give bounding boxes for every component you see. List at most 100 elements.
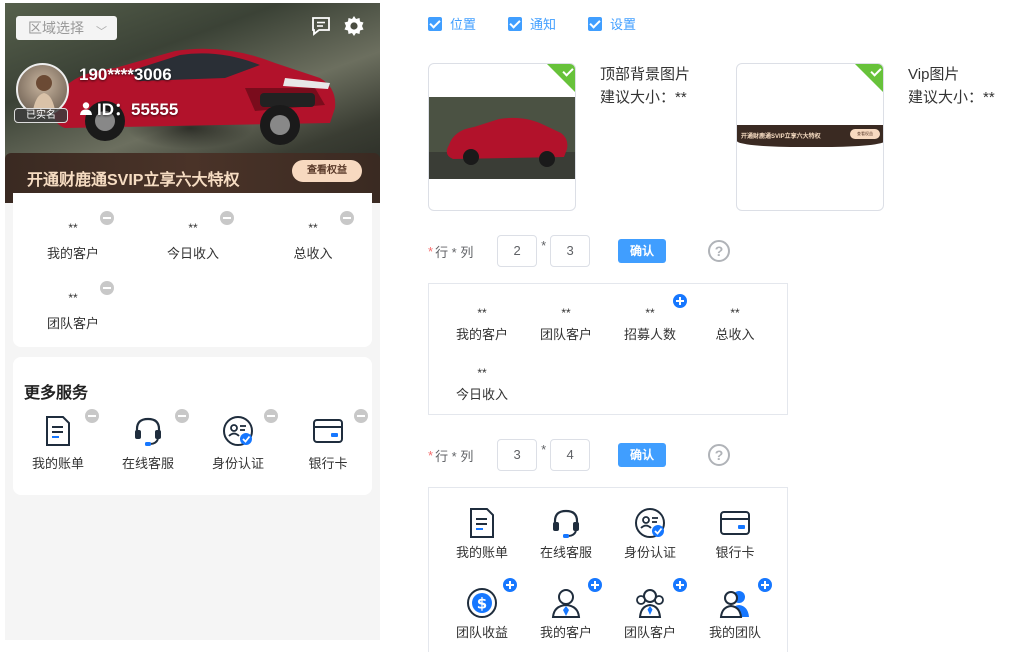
- dollar-coin-icon: $: [467, 588, 497, 618]
- cell-label: 今日收入: [455, 387, 508, 402]
- cell-value: **: [730, 306, 740, 320]
- checkbox-settings[interactable]: 设置: [588, 14, 636, 33]
- grid-cell[interactable]: ** 招募人数: [608, 306, 692, 343]
- message-icon[interactable]: [310, 15, 332, 37]
- grid-cell[interactable]: 我的团队: [693, 586, 777, 641]
- checkbox-label: 位置: [450, 17, 477, 32]
- cell-value: **: [477, 306, 487, 320]
- mobile-preview: 区域选择 ﹀ 已实名 190****3006 ID：55555 开通财鹿通SVI…: [5, 3, 380, 640]
- more-services-card: 更多服务 我的账单 在线客服 身份认证 银行卡: [13, 357, 372, 495]
- add-badge-icon[interactable]: [758, 578, 772, 592]
- grid1-size-row: * 行 * 列 2 * 3: [428, 235, 591, 267]
- add-badge-icon[interactable]: [673, 578, 687, 592]
- top-bg-upload[interactable]: [428, 63, 576, 211]
- top-bg-thumbnail: [429, 97, 575, 179]
- region-select[interactable]: 区域选择 ﹀: [16, 16, 117, 40]
- grid2-confirm-button[interactable]: 确认: [618, 443, 666, 467]
- service-item[interactable]: 在线客服: [108, 415, 188, 472]
- grid-cell[interactable]: 团队客户: [608, 586, 692, 641]
- stat-item[interactable]: ** 今日收入: [133, 221, 253, 262]
- settings-gear-icon[interactable]: [343, 15, 365, 37]
- checkbox-notification[interactable]: 通知: [508, 14, 556, 33]
- headset-icon: [553, 509, 579, 538]
- chevron-down-icon: ﹀: [96, 26, 107, 38]
- grid1-confirm-button[interactable]: 确认: [618, 239, 666, 263]
- stat-item[interactable]: ** 团队客户: [13, 291, 133, 332]
- verified-tag: 已实名: [14, 108, 68, 123]
- stat-label: 今日收入: [166, 246, 219, 261]
- top-bg-hint: 建议大小：**: [600, 89, 687, 106]
- checkbox-location[interactable]: 位置: [428, 14, 476, 33]
- grid-cell[interactable]: 身份认证: [608, 506, 692, 561]
- vip-image-hint: 建议大小：**: [908, 89, 995, 106]
- upload-success-check-icon: [855, 64, 883, 92]
- cols-input[interactable]: 3: [550, 235, 591, 267]
- cell-label: 总收入: [715, 327, 755, 342]
- stat-label: 团队客户: [46, 316, 99, 331]
- multiply-sign: *: [541, 237, 547, 253]
- cols-input[interactable]: 4: [550, 439, 591, 471]
- grid2-preview: 我的账单 在线客服 身份认证 银行卡 $ 团队收益 我的客户 团队客户 我的团队: [428, 487, 788, 652]
- stat-value: **: [68, 221, 78, 235]
- remove-badge-icon[interactable]: [175, 409, 189, 423]
- cell-value: **: [561, 306, 571, 320]
- remove-badge-icon[interactable]: [354, 409, 368, 423]
- required-asterisk: *: [428, 243, 434, 259]
- add-badge-icon[interactable]: [673, 294, 687, 308]
- cell-label: 我的账单: [455, 545, 508, 560]
- service-item[interactable]: 我的账单: [18, 415, 98, 472]
- bank-card-icon: [313, 419, 343, 443]
- user-icon: [80, 101, 92, 115]
- remove-badge-icon[interactable]: [220, 211, 234, 225]
- cell-label: 身份认证: [623, 545, 676, 560]
- headset-icon: [135, 417, 161, 446]
- grid-size-label: 行 * 列: [435, 448, 474, 464]
- cell-value: **: [477, 366, 487, 380]
- user-id-row: ID：55555: [79, 95, 178, 120]
- rows-input[interactable]: 2: [497, 235, 538, 267]
- stat-value: **: [308, 221, 318, 235]
- remove-badge-icon[interactable]: [264, 409, 278, 423]
- grid-cell[interactable]: ** 团队客户: [524, 306, 608, 343]
- grid-cell[interactable]: $ 团队收益: [440, 586, 524, 641]
- view-benefits-button[interactable]: 查看权益: [292, 160, 362, 182]
- checkbox-checked-icon: [428, 16, 442, 31]
- grid-cell[interactable]: 银行卡: [693, 506, 777, 561]
- service-item[interactable]: 身份认证: [198, 415, 278, 472]
- remove-badge-icon[interactable]: [100, 281, 114, 295]
- add-badge-icon[interactable]: [588, 578, 602, 592]
- service-label: 银行卡: [308, 456, 348, 471]
- stat-item[interactable]: ** 我的客户: [13, 221, 133, 262]
- add-badge-icon[interactable]: [503, 578, 517, 592]
- help-icon[interactable]: ?: [708, 444, 730, 466]
- remove-badge-icon[interactable]: [100, 211, 114, 225]
- vip-banner-text: 开通财鹿通SVIP立享六大特权: [27, 172, 240, 189]
- phone-number: 190****3006: [79, 65, 172, 84]
- remove-badge-icon[interactable]: [85, 409, 99, 423]
- required-asterisk: *: [428, 447, 434, 463]
- service-label: 在线客服: [121, 456, 174, 471]
- service-item[interactable]: 银行卡: [288, 415, 368, 472]
- grid1-preview: ** 我的客户 ** 团队客户 ** 招募人数 ** 总收入 ** 今日收入: [428, 283, 788, 415]
- cell-label: 银行卡: [715, 545, 755, 560]
- vip-image-title: Vip图片: [908, 66, 960, 83]
- grid-cell[interactable]: 在线客服: [524, 506, 608, 561]
- vip-thumbnail-button: 查看权益: [850, 129, 880, 139]
- stat-label: 我的客户: [46, 246, 99, 261]
- cell-label: 我的团队: [708, 625, 761, 640]
- remove-badge-icon[interactable]: [340, 211, 354, 225]
- id-verify-icon: [635, 508, 665, 538]
- stat-item[interactable]: ** 总收入: [253, 221, 373, 262]
- rows-input[interactable]: 3: [497, 439, 538, 471]
- service-label: 身份认证: [211, 456, 264, 471]
- help-icon[interactable]: ?: [708, 240, 730, 262]
- cell-value: **: [645, 306, 655, 320]
- checkbox-label: 通知: [530, 17, 557, 32]
- checkbox-label: 设置: [610, 17, 637, 32]
- grid-cell[interactable]: ** 今日收入: [440, 366, 524, 403]
- grid-cell[interactable]: 我的账单: [440, 506, 524, 561]
- grid-cell[interactable]: 我的客户: [524, 586, 608, 641]
- grid-cell[interactable]: ** 我的客户: [440, 306, 524, 343]
- vip-image-upload[interactable]: 开通财鹿通SVIP立享六大特权 查看权益: [736, 63, 884, 211]
- grid-cell[interactable]: ** 总收入: [693, 306, 777, 343]
